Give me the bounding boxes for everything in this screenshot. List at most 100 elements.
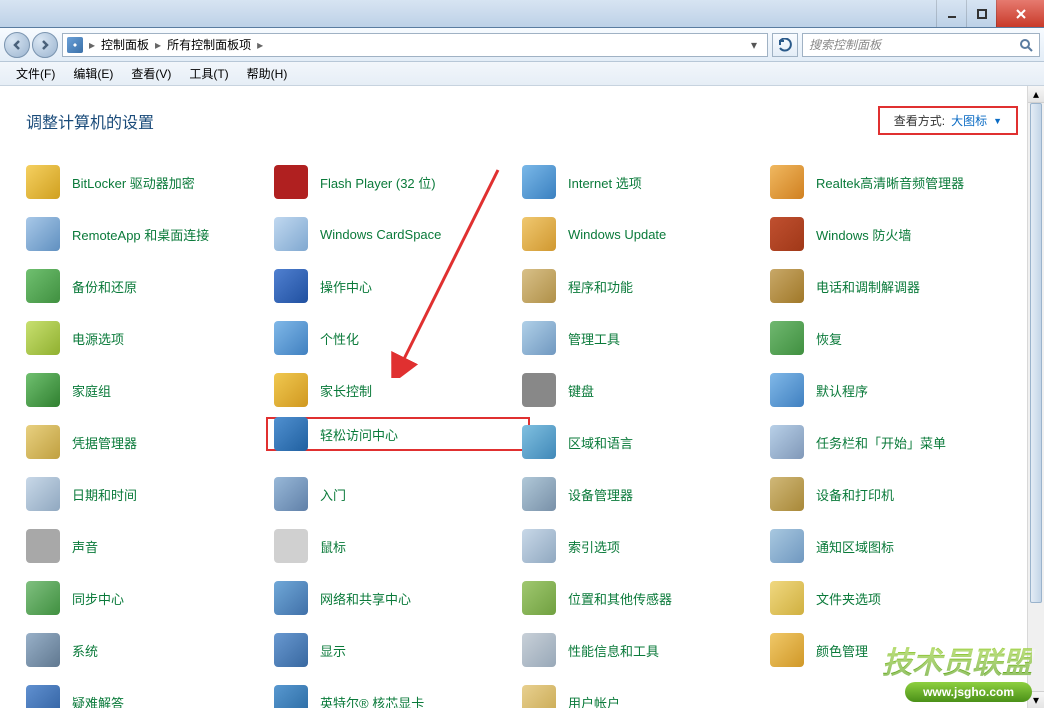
item-icon xyxy=(274,633,308,667)
menu-edit[interactable]: 编辑(E) xyxy=(65,63,121,84)
control-panel-item[interactable]: 声音 xyxy=(26,529,274,563)
control-panel-item[interactable]: 个性化 xyxy=(274,321,522,355)
control-panel-item[interactable]: Flash Player (32 位) xyxy=(274,165,522,199)
content-area: 调整计算机的设置 查看方式: 大图标 ▼ BitLocker 驱动器加密Flas… xyxy=(0,86,1044,708)
control-panel-item[interactable]: 索引选项 xyxy=(522,529,770,563)
control-panel-item[interactable]: 性能信息和工具 xyxy=(522,633,770,667)
control-panel-item[interactable]: 家庭组 xyxy=(26,373,274,407)
item-icon xyxy=(274,417,308,451)
item-icon xyxy=(770,373,804,407)
control-panel-item[interactable]: 凭据管理器 xyxy=(26,425,274,459)
control-panel-item[interactable]: 轻松访问中心 xyxy=(266,417,530,451)
item-icon xyxy=(274,321,308,355)
control-panel-item[interactable]: 程序和功能 xyxy=(522,269,770,303)
breadcrumb-item[interactable]: 所有控制面板项 xyxy=(167,36,251,53)
window-titlebar xyxy=(0,0,1044,28)
control-panel-item[interactable]: 英特尔® 核芯显卡 xyxy=(274,685,522,708)
minimize-button[interactable] xyxy=(936,0,966,27)
item-label: 备份和还原 xyxy=(72,277,137,296)
item-label: 设备和打印机 xyxy=(816,485,894,504)
item-label: Windows Update xyxy=(568,227,666,242)
item-icon xyxy=(522,373,556,407)
control-panel-item[interactable]: Realtek高清晰音频管理器 xyxy=(770,165,1018,199)
item-label: Windows 防火墙 xyxy=(816,225,911,244)
control-panel-item[interactable]: 日期和时间 xyxy=(26,477,274,511)
item-icon xyxy=(274,529,308,563)
nav-row: ▸ 控制面板 ▸ 所有控制面板项 ▸ ▾ 搜索控制面板 xyxy=(0,28,1044,62)
control-panel-item[interactable]: 家长控制 xyxy=(274,373,522,407)
refresh-button[interactable] xyxy=(772,33,798,57)
control-panel-item[interactable]: 入门 xyxy=(274,477,522,511)
control-panel-item[interactable]: 疑难解答 xyxy=(26,685,274,708)
view-by-selector[interactable]: 查看方式: 大图标 ▼ xyxy=(878,106,1018,135)
item-icon xyxy=(274,217,308,251)
menu-help[interactable]: 帮助(H) xyxy=(239,63,296,84)
menu-view[interactable]: 查看(V) xyxy=(123,63,179,84)
item-label: 程序和功能 xyxy=(568,277,633,296)
control-panel-item[interactable]: RemoteApp 和桌面连接 xyxy=(26,217,274,251)
back-button[interactable] xyxy=(4,32,30,58)
menu-tools[interactable]: 工具(T) xyxy=(181,63,236,84)
item-label: 同步中心 xyxy=(72,589,124,608)
watermark-text: 技术员联盟 xyxy=(882,638,1032,682)
item-label: 入门 xyxy=(320,485,346,504)
control-panel-item[interactable]: 通知区域图标 xyxy=(770,529,1018,563)
item-label: 键盘 xyxy=(568,381,594,400)
control-panel-item[interactable]: 网络和共享中心 xyxy=(274,581,522,615)
item-label: 鼠标 xyxy=(320,537,346,556)
address-dropdown-icon[interactable]: ▾ xyxy=(745,38,763,52)
control-panel-item[interactable]: 位置和其他传感器 xyxy=(522,581,770,615)
control-panel-item[interactable]: 任务栏和「开始」菜单 xyxy=(770,425,1018,459)
control-panel-item[interactable]: 同步中心 xyxy=(26,581,274,615)
control-panel-item[interactable]: 键盘 xyxy=(522,373,770,407)
control-panel-item[interactable]: Windows CardSpace xyxy=(274,217,522,251)
item-icon xyxy=(770,529,804,563)
control-panel-item[interactable]: Windows Update xyxy=(522,217,770,251)
control-panel-item[interactable]: 显示 xyxy=(274,633,522,667)
scroll-up-button[interactable]: ▴ xyxy=(1028,86,1044,103)
item-label: 声音 xyxy=(72,537,98,556)
caret-down-icon: ▼ xyxy=(993,116,1002,126)
vertical-scrollbar[interactable]: ▴ ▾ xyxy=(1027,86,1044,708)
item-label: 默认程序 xyxy=(816,381,868,400)
control-panel-item[interactable]: 操作中心 xyxy=(274,269,522,303)
address-bar[interactable]: ▸ 控制面板 ▸ 所有控制面板项 ▸ ▾ xyxy=(62,33,768,57)
control-panel-item[interactable]: BitLocker 驱动器加密 xyxy=(26,165,274,199)
control-panel-item[interactable]: 系统 xyxy=(26,633,274,667)
search-icon xyxy=(1019,38,1033,52)
menu-file[interactable]: 文件(F) xyxy=(8,63,63,84)
control-panel-item[interactable]: 区域和语言 xyxy=(522,425,770,459)
item-icon xyxy=(26,373,60,407)
item-label: Flash Player (32 位) xyxy=(320,173,436,192)
item-icon xyxy=(522,633,556,667)
control-panel-item[interactable]: 鼠标 xyxy=(274,529,522,563)
item-icon xyxy=(522,425,556,459)
item-icon xyxy=(26,581,60,615)
forward-button[interactable] xyxy=(32,32,58,58)
control-panel-item[interactable]: 设备管理器 xyxy=(522,477,770,511)
control-panel-item[interactable]: 电源选项 xyxy=(26,321,274,355)
item-label: 个性化 xyxy=(320,329,359,348)
view-by-label: 查看方式: xyxy=(894,112,945,129)
control-panel-item[interactable]: Windows 防火墙 xyxy=(770,217,1018,251)
item-icon xyxy=(274,685,308,708)
item-label: 管理工具 xyxy=(568,329,620,348)
control-panel-item[interactable]: 默认程序 xyxy=(770,373,1018,407)
control-panel-item[interactable]: 文件夹选项 xyxy=(770,581,1018,615)
close-button[interactable] xyxy=(996,0,1044,27)
menu-bar: 文件(F) 编辑(E) 查看(V) 工具(T) 帮助(H) xyxy=(0,62,1044,86)
control-panel-item[interactable]: Internet 选项 xyxy=(522,165,770,199)
control-panel-item[interactable]: 电话和调制解调器 xyxy=(770,269,1018,303)
breadcrumb-item[interactable]: 控制面板 xyxy=(101,36,149,53)
control-panel-icon xyxy=(67,37,83,53)
control-panel-item[interactable]: 恢复 xyxy=(770,321,1018,355)
control-panel-item[interactable]: 设备和打印机 xyxy=(770,477,1018,511)
scrollbar-thumb[interactable] xyxy=(1030,103,1042,603)
control-panel-item[interactable]: 管理工具 xyxy=(522,321,770,355)
item-label: 通知区域图标 xyxy=(816,537,894,556)
item-icon xyxy=(770,477,804,511)
control-panel-item[interactable]: 备份和还原 xyxy=(26,269,274,303)
control-panel-item[interactable]: 用户帐户 xyxy=(522,685,770,708)
maximize-button[interactable] xyxy=(966,0,996,27)
search-input[interactable]: 搜索控制面板 xyxy=(802,33,1040,57)
